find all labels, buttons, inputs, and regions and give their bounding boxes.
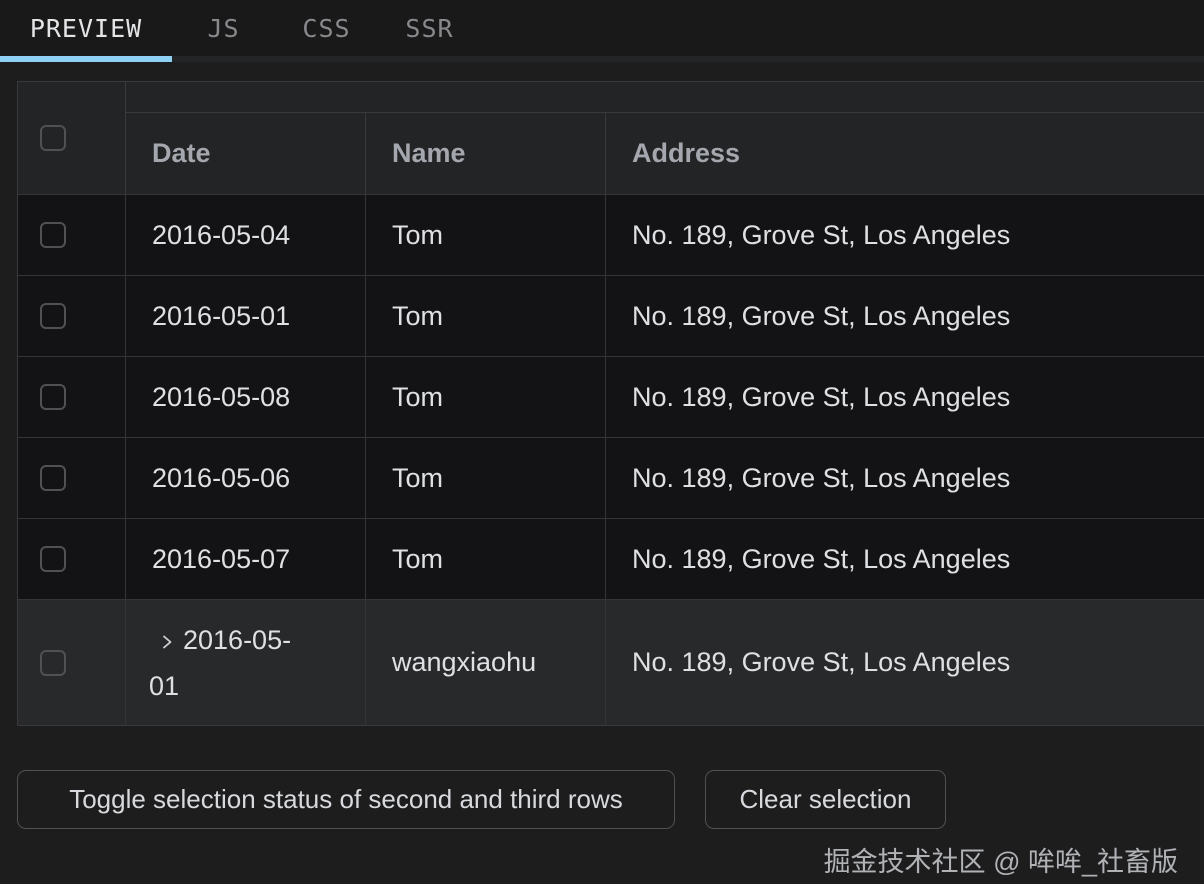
header-right: Date Name Address [126,82,1204,194]
header-empty-strip [126,82,1204,113]
tab-css[interactable]: CSS [275,0,378,56]
table-row: 2016-05-06 Tom No. 189, Grove St, Los An… [18,437,1204,518]
cell-address: No. 189, Grove St, Los Angeles [606,276,1204,356]
cell-date: 2016-05-06 [126,438,366,518]
row-select-cell [18,438,126,518]
table-row: 2016-05-01 Tom No. 189, Grove St, Los An… [18,275,1204,356]
row-select-cell [18,357,126,437]
action-buttons-row: Toggle selection status of second and th… [17,770,1204,829]
column-header-address: Address [606,113,1204,194]
cell-name: Tom [366,195,606,275]
row-select-cell [18,600,126,725]
cell-address: No. 189, Grove St, Los Angeles [606,600,1204,725]
select-all-checkbox[interactable] [40,125,66,151]
data-table: Date Name Address 2016-05-04 Tom No. 189… [17,81,1204,726]
cell-name: Tom [366,438,606,518]
tab-bar: PREVIEW JS CSS SSR [0,0,1204,56]
table-header: Date Name Address [18,82,1204,194]
row-select-cell [18,519,126,599]
row-checkbox[interactable] [40,303,66,329]
cell-date: 2016-05-08 [126,357,366,437]
cell-address: No. 189, Grove St, Los Angeles [606,519,1204,599]
row-checkbox[interactable] [40,546,66,572]
cell-date: 2016-05-01 [126,276,366,356]
column-header-date: Date [126,113,366,194]
tab-preview[interactable]: PREVIEW [0,0,172,56]
row-select-cell [18,276,126,356]
table-row-expandable: 2016-05-01 wangxiaohu No. 189, Grove St,… [18,599,1204,725]
cell-address: No. 189, Grove St, Los Angeles [606,438,1204,518]
cell-address: No. 189, Grove St, Los Angeles [606,195,1204,275]
tab-track [0,56,1204,62]
row-checkbox[interactable] [40,384,66,410]
cell-name: Tom [366,357,606,437]
table-row: 2016-05-04 Tom No. 189, Grove St, Los An… [18,194,1204,275]
cell-date: 2016-05-01 [126,600,366,725]
cell-date: 2016-05-07 [126,519,366,599]
expand-chevron-icon[interactable] [159,634,175,650]
column-header-name: Name [366,113,606,194]
watermark-text: 掘金技术社区 @ 哞哞_社畜版 [0,840,1204,879]
cell-name: wangxiaohu [366,600,606,725]
cell-date: 2016-05-04 [126,195,366,275]
tab-js[interactable]: JS [172,0,275,56]
table-row: 2016-05-08 Tom No. 189, Grove St, Los An… [18,356,1204,437]
active-tab-indicator [0,56,172,62]
row-checkbox[interactable] [40,465,66,491]
cell-address: No. 189, Grove St, Los Angeles [606,357,1204,437]
tab-ssr[interactable]: SSR [378,0,481,56]
clear-selection-button[interactable]: Clear selection [705,770,946,829]
table-row: 2016-05-07 Tom No. 189, Grove St, Los An… [18,518,1204,599]
row-checkbox[interactable] [40,650,66,676]
row-checkbox[interactable] [40,222,66,248]
cell-name: Tom [366,519,606,599]
header-cells: Date Name Address [126,113,1204,194]
toggle-selection-button[interactable]: Toggle selection status of second and th… [17,770,675,829]
cell-name: Tom [366,276,606,356]
expandable-date-content: 2016-05-01 [149,617,301,709]
header-select-cell [18,82,126,194]
row-select-cell [18,195,126,275]
